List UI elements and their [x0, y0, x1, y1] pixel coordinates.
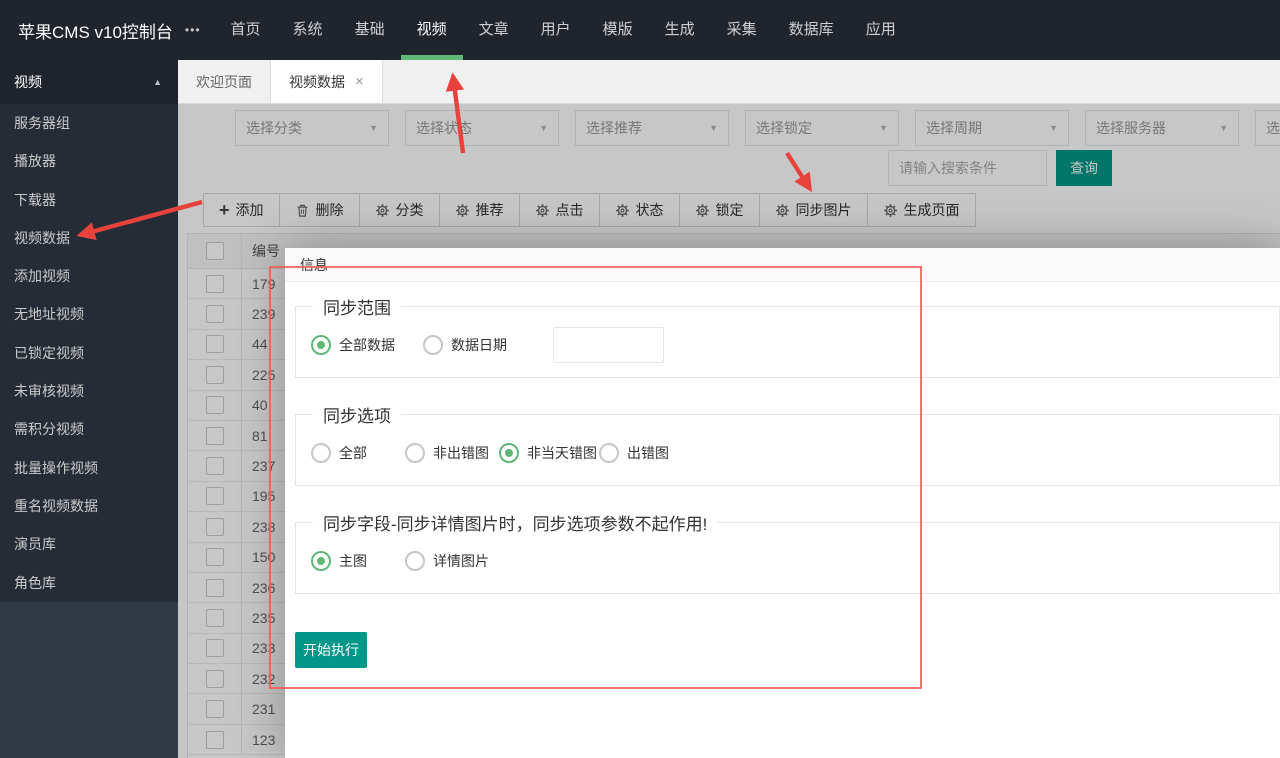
- more-icon[interactable]: •••: [185, 23, 201, 37]
- radio-unchecked-icon: [311, 443, 331, 463]
- sidebar-item-添加视频[interactable]: 添加视频: [0, 257, 178, 295]
- sidebar-item-无地址视频[interactable]: 无地址视频: [0, 295, 178, 333]
- fieldset-legend: 同步选项: [313, 402, 401, 427]
- radio-row: 全部数据 数据日期: [311, 327, 1264, 363]
- radio-label: 全部: [339, 443, 367, 463]
- sidebar: 视频 ▲ 服务器组播放器下载器视频数据添加视频无地址视频已锁定视频未审核视频需积…: [0, 60, 178, 758]
- navbar-item-系统[interactable]: 系统: [277, 0, 339, 60]
- sidebar-menu: 服务器组播放器下载器视频数据添加视频无地址视频已锁定视频未审核视频需积分视频批量…: [0, 104, 178, 602]
- radio-option-详情图片[interactable]: 详情图片: [405, 551, 499, 571]
- navbar-item-首页[interactable]: 首页: [215, 0, 277, 60]
- radio-option-数据日期[interactable]: 数据日期: [423, 335, 535, 355]
- modal-title: 信息: [300, 255, 328, 275]
- tab-bar: 欢迎页面 视频数据 ×: [178, 60, 1280, 104]
- radio-label: 详情图片: [433, 551, 489, 571]
- tab-label: 视频数据: [289, 72, 345, 92]
- radio-option-全部[interactable]: 全部: [311, 443, 403, 463]
- modal-body: 同步范围全部数据 数据日期同步选项全部 非出错图 非当天错图 出错图同步字段-同步详情图…: [285, 282, 1280, 668]
- navbar-items: 首页系统基础视频文章用户模版生成采集数据库应用: [215, 0, 912, 60]
- sidebar-section-title: 视频: [14, 72, 42, 92]
- modal-fieldset-2: 同步字段-同步详情图片时，同步选项参数不起作用! 主图 详情图片: [295, 510, 1280, 594]
- sidebar-item-批量操作视频[interactable]: 批量操作视频: [0, 449, 178, 487]
- radio-label: 数据日期: [451, 335, 507, 355]
- radio-label: 非出错图: [433, 443, 489, 463]
- radio-option-非出错图[interactable]: 非出错图: [405, 443, 497, 463]
- navbar-item-生成[interactable]: 生成: [649, 0, 711, 60]
- sidebar-item-重名视频数据[interactable]: 重名视频数据: [0, 487, 178, 525]
- navbar-item-文章[interactable]: 文章: [463, 0, 525, 60]
- radio-unchecked-icon: [405, 551, 425, 571]
- tab-欢迎页面[interactable]: 欢迎页面: [178, 60, 271, 103]
- tab-label: 欢迎页面: [196, 72, 252, 92]
- radio-checked-icon: [311, 335, 331, 355]
- radio-label: 出错图: [627, 443, 669, 463]
- sidebar-item-需积分视频[interactable]: 需积分视频: [0, 410, 178, 448]
- radio-row: 主图 详情图片: [311, 543, 1264, 579]
- tab-视频数据[interactable]: 视频数据 ×: [271, 60, 383, 103]
- app-root: 苹果CMS v10控制台 ••• 首页系统基础视频文章用户模版生成采集数据库应用…: [0, 0, 1280, 758]
- navbar-item-用户[interactable]: 用户: [525, 0, 587, 60]
- radio-option-全部数据[interactable]: 全部数据: [311, 335, 423, 355]
- sidebar-item-已锁定视频[interactable]: 已锁定视频: [0, 334, 178, 372]
- radio-row: 全部 非出错图 非当天错图 出错图: [311, 435, 1264, 471]
- sidebar-item-演员库[interactable]: 演员库: [0, 525, 178, 563]
- radio-unchecked-icon: [599, 443, 619, 463]
- radio-checked-icon: [311, 551, 331, 571]
- radio-option-主图[interactable]: 主图: [311, 551, 405, 571]
- tab-close-icon[interactable]: ×: [355, 74, 364, 89]
- navbar-item-视频[interactable]: 视频: [401, 0, 463, 60]
- top-navbar: 苹果CMS v10控制台 ••• 首页系统基础视频文章用户模版生成采集数据库应用: [0, 0, 1280, 60]
- sidebar-item-角色库[interactable]: 角色库: [0, 564, 178, 602]
- date-input[interactable]: [553, 327, 664, 363]
- sidebar-item-服务器组[interactable]: 服务器组: [0, 104, 178, 142]
- collapse-up-icon[interactable]: ▲: [153, 77, 162, 87]
- start-execute-button[interactable]: 开始执行: [295, 632, 367, 668]
- radio-unchecked-icon: [405, 443, 425, 463]
- navbar-item-基础[interactable]: 基础: [339, 0, 401, 60]
- radio-label: 主图: [339, 551, 367, 571]
- modal-fieldset-0: 同步范围全部数据 数据日期: [295, 294, 1280, 378]
- radio-checked-icon: [499, 443, 519, 463]
- navbar-item-采集[interactable]: 采集: [711, 0, 773, 60]
- modal-header: 信息: [285, 248, 1280, 282]
- sync-images-modal: 信息 同步范围全部数据 数据日期同步选项全部 非出错图 非当天错图 出错图同步字段-同步…: [285, 248, 1280, 758]
- radio-unchecked-icon: [423, 335, 443, 355]
- sidebar-item-视频数据[interactable]: 视频数据: [0, 219, 178, 257]
- navbar-item-应用[interactable]: 应用: [850, 0, 912, 60]
- navbar-item-模版[interactable]: 模版: [587, 0, 649, 60]
- fieldset-legend: 同步范围: [313, 294, 401, 319]
- sidebar-item-下载器[interactable]: 下载器: [0, 181, 178, 219]
- sidebar-item-播放器[interactable]: 播放器: [0, 142, 178, 180]
- radio-label: 非当天错图: [527, 443, 597, 463]
- fieldset-legend: 同步字段-同步详情图片时，同步选项参数不起作用!: [313, 510, 717, 535]
- brand-title[interactable]: 苹果CMS v10控制台: [18, 18, 173, 43]
- sidebar-section-header[interactable]: 视频 ▲: [0, 60, 178, 104]
- radio-label: 全部数据: [339, 335, 395, 355]
- navbar-item-数据库[interactable]: 数据库: [773, 0, 850, 60]
- radio-option-非当天错图[interactable]: 非当天错图: [499, 443, 597, 463]
- sidebar-item-未审核视频[interactable]: 未审核视频: [0, 372, 178, 410]
- radio-option-出错图[interactable]: 出错图: [599, 443, 691, 463]
- modal-fieldset-1: 同步选项全部 非出错图 非当天错图 出错图: [295, 402, 1280, 486]
